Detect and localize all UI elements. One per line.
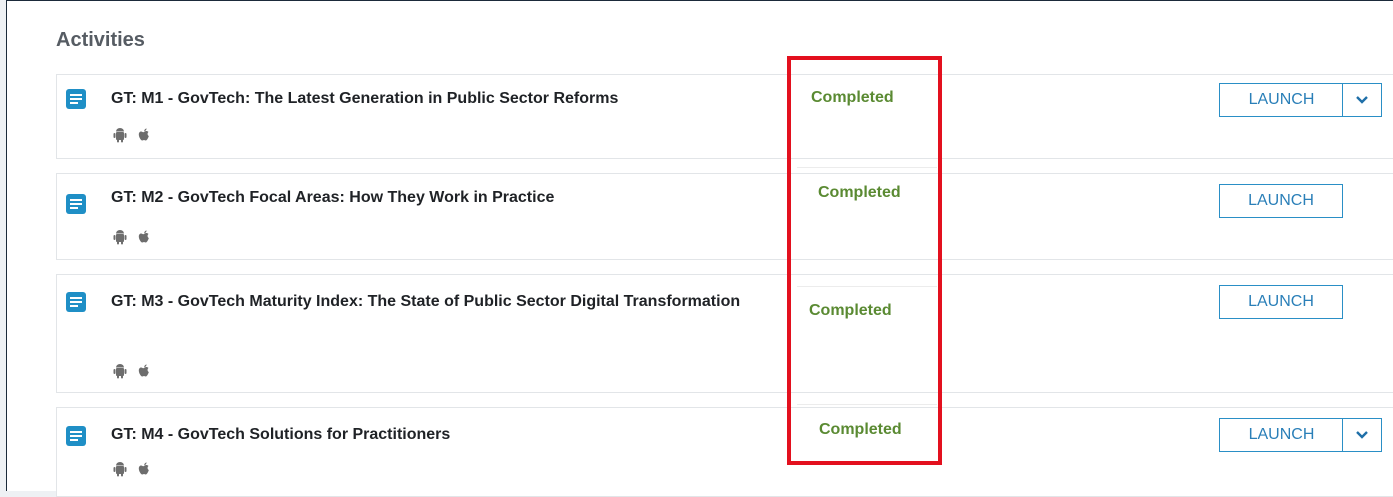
activity-row-m2: GT: M2 - GovTech Focal Areas: How They W… [56, 173, 1393, 260]
activity-row-m1: GT: M1 - GovTech: The Latest Generation … [56, 74, 1393, 159]
activity-title[interactable]: GT: M3 - GovTech Maturity Index: The Sta… [111, 288, 771, 316]
launch-button[interactable]: LAUNCH [1219, 184, 1343, 218]
activity-title[interactable]: GT: M4 - GovTech Solutions for Practitio… [111, 421, 771, 449]
chevron-down-icon [1356, 96, 1368, 104]
document-icon [66, 89, 86, 109]
apple-icon [137, 363, 151, 379]
platform-icons [112, 127, 151, 143]
apple-icon [137, 229, 151, 245]
launch-options-button[interactable] [1342, 418, 1382, 452]
activity-row-m3: GT: M3 - GovTech Maturity Index: The Sta… [56, 274, 1393, 393]
section-title: Activities [56, 29, 145, 51]
platform-icons [112, 363, 151, 379]
document-icon [66, 426, 86, 446]
android-icon [112, 229, 128, 245]
launch-button[interactable]: LAUNCH [1219, 285, 1343, 319]
document-icon [66, 292, 86, 312]
activity-title[interactable]: GT: M1 - GovTech: The Latest Generation … [111, 85, 771, 113]
android-icon [112, 127, 128, 143]
platform-icons [112, 229, 151, 245]
platform-icons [112, 461, 151, 477]
launch-button[interactable]: LAUNCH [1219, 83, 1343, 117]
highlight-annotation [787, 56, 942, 465]
document-icon [66, 194, 86, 214]
chevron-down-icon [1356, 431, 1368, 439]
launch-options-button[interactable] [1342, 83, 1382, 117]
launch-button[interactable]: LAUNCH [1219, 418, 1343, 452]
activity-title[interactable]: GT: M2 - GovTech Focal Areas: How They W… [111, 184, 771, 212]
apple-icon [137, 461, 151, 477]
apple-icon [137, 127, 151, 143]
activity-row-m4: GT: M4 - GovTech Solutions for Practitio… [56, 407, 1393, 497]
android-icon [112, 363, 128, 379]
android-icon [112, 461, 128, 477]
